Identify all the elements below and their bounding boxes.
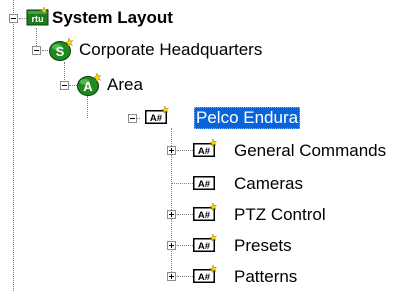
tree-connector [177, 150, 193, 151]
tree-item-patterns[interactable]: Patterns [232, 266, 299, 288]
tree-connector [13, 0, 14, 13]
device-icon: A# [193, 203, 218, 221]
expand-patterns-button[interactable] [167, 272, 176, 281]
tree-connector [87, 96, 88, 118]
device-icon: A# [193, 176, 215, 190]
site-icon: S [49, 38, 74, 61]
tree-connector [177, 214, 193, 215]
tree-item-cameras[interactable]: Cameras [232, 173, 305, 195]
area-icon: A [77, 73, 102, 96]
device-icon: A# [145, 106, 170, 124]
tree-connector [13, 24, 14, 291]
collapse-root-button[interactable] [9, 14, 18, 23]
collapse-site-button[interactable] [32, 46, 41, 55]
device-icon: A# [193, 234, 218, 252]
tree-root-label[interactable]: System Layout [50, 7, 175, 29]
tree-area-label[interactable]: Area [105, 74, 145, 96]
tree-connector [177, 276, 193, 277]
device-icon: A# [193, 265, 218, 283]
device-icon-text: A# [150, 113, 163, 124]
area-icon-text: A [83, 79, 93, 94]
tree-connector [177, 245, 193, 246]
expand-ptz-control-button[interactable] [167, 210, 176, 219]
tree-device-label[interactable]: Pelco Endura [194, 107, 301, 129]
device-icon-text: A# [198, 179, 211, 190]
device-icon-text: A# [198, 146, 211, 157]
tree-item-presets[interactable]: Presets [232, 235, 294, 257]
device-icon-text: A# [198, 272, 211, 283]
collapse-device-button[interactable] [128, 114, 137, 123]
device-icon-text: A# [198, 210, 211, 221]
tree-connector [64, 62, 65, 80]
rtu-icon-text: rtu [32, 14, 44, 24]
rtu-icon: rtu [26, 7, 49, 26]
tree-connector [36, 28, 37, 48]
expand-presets-button[interactable] [167, 241, 176, 250]
device-icon-text: A# [198, 241, 211, 252]
device-icon: A# [193, 139, 218, 157]
expand-general-commands-button[interactable] [167, 146, 176, 155]
tree-site-label[interactable]: Corporate Headquarters [77, 39, 264, 61]
tree-connector [171, 183, 193, 184]
tree-item-general-commands[interactable]: General Commands [232, 140, 388, 162]
site-icon-text: S [56, 44, 65, 59]
system-layout-tree: rtu System Layout S Corporate Headquarte… [0, 0, 419, 291]
collapse-area-button[interactable] [60, 81, 69, 90]
tree-item-ptz-control[interactable]: PTZ Control [232, 204, 328, 226]
